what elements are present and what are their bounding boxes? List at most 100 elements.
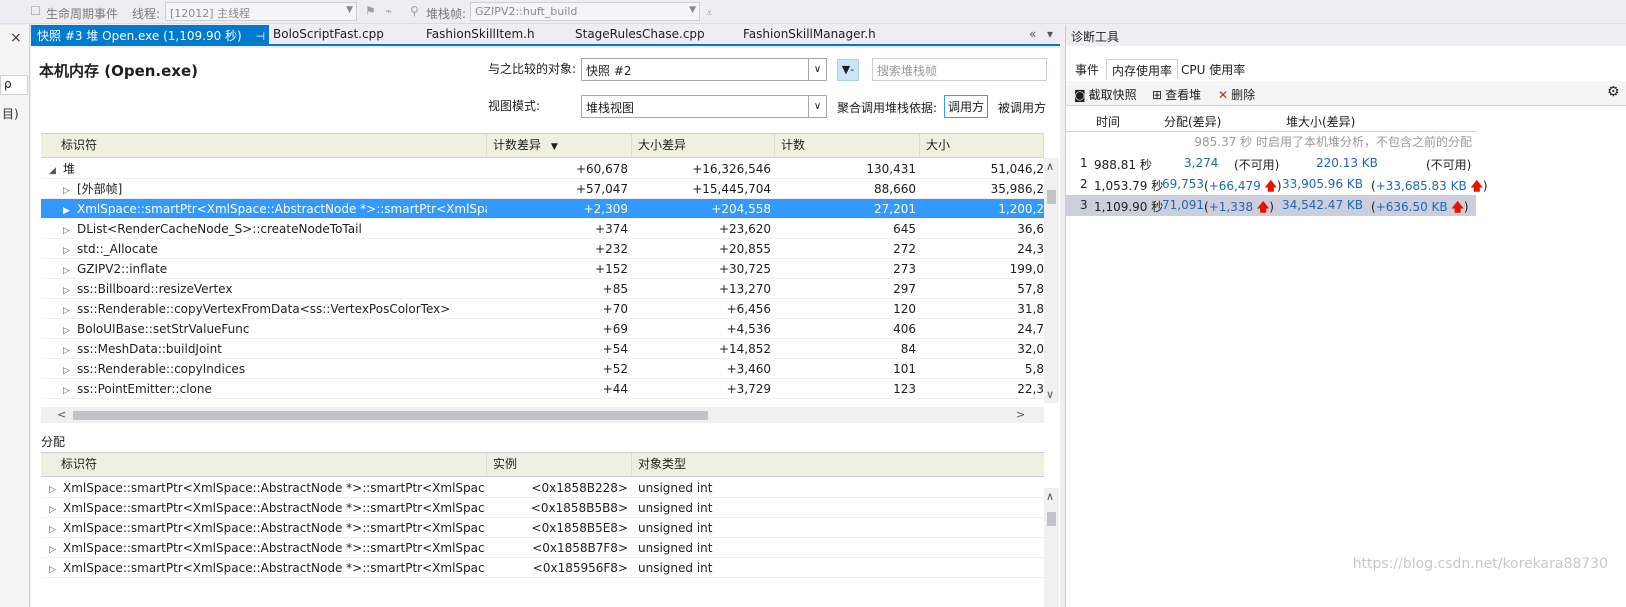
col-instance[interactable]: 实例 xyxy=(487,453,632,477)
chevron-down-icon[interactable]: ∨ xyxy=(808,96,826,117)
expand-arrow-icon[interactable]: ▷ xyxy=(63,241,77,259)
table-row[interactable]: ▷ ss::PointEmitter::clone +44 +3,729 123 22,3 xyxy=(41,379,1044,399)
tab-cpu-usage[interactable]: CPU 使用率 xyxy=(1176,59,1250,79)
cell-instance[interactable]: <0x1858B5B8> xyxy=(487,498,632,518)
table-row[interactable]: ▷ std::_Allocate +232 +20,855 272 24,3 xyxy=(41,239,1044,259)
expand-arrow-icon[interactable]: ▷ xyxy=(63,361,77,379)
tab-events[interactable]: 事件 xyxy=(1070,59,1104,79)
tab-fashionskillitem[interactable]: FashionSkillItem.h xyxy=(420,25,541,44)
search-box-fragment[interactable]: ρ xyxy=(0,75,28,95)
scroll-thumb[interactable] xyxy=(1047,512,1056,526)
scroll-thumb[interactable] xyxy=(73,411,708,420)
col-count-diff[interactable]: 计数差异 ▼ xyxy=(487,134,632,158)
table-row[interactable]: ▷ DList<RenderCacheNode_S>::createNodeToT… xyxy=(41,219,1044,239)
stackframe-combo[interactable]: GZIPV2::huft_build ▼ xyxy=(470,2,700,21)
table-row[interactable]: ▷ ss::Renderable::copyIndices +52 +3,460 101… xyxy=(41,359,1044,379)
col-count[interactable]: 计数 xyxy=(775,134,920,158)
table-row[interactable]: ▷ XmlSpace::smartPtr<XmlSpace::AbstractNo… xyxy=(41,558,1044,578)
close-icon[interactable]: × xyxy=(10,30,22,46)
heap-vscroll[interactable]: ∧ ∨ xyxy=(1044,158,1059,403)
expand-arrow-icon[interactable]: ▷ xyxy=(49,520,63,538)
table-row[interactable]: ▷ XmlSpace::smartPtr<XmlSpace::AbstractNo… xyxy=(41,478,1044,498)
expand-arrow-icon[interactable]: ▷ xyxy=(63,381,77,399)
col-object-type[interactable]: 对象类型 xyxy=(632,453,1044,477)
tab-boloscriptfast[interactable]: BoloScriptFast.cpp xyxy=(267,25,390,44)
scroll-down-icon[interactable]: ∨ xyxy=(1046,388,1054,401)
expand-arrow-icon[interactable]: ▷ xyxy=(63,341,77,359)
snapshot-row[interactable]: 1 988.81 秒 3,274 (不可用) 220.13 KB (不可用) xyxy=(1066,153,1476,174)
alloc-count-link[interactable]: 3,274 xyxy=(1184,156,1218,170)
alloc-diff-link[interactable]: +1,338 xyxy=(1209,200,1253,214)
table-row[interactable]: ▷ ss::Billboard::resizeVertex +85 +13,270 29… xyxy=(41,279,1044,299)
expand-arrow-icon[interactable]: ▷ xyxy=(63,301,77,319)
table-row[interactable]: ▷ ss::MeshData::buildJoint +54 +14,852 84 32,… xyxy=(41,339,1044,359)
expand-arrow-icon[interactable]: ▶ xyxy=(63,201,77,219)
thread-combo[interactable]: [12012] 主线程 ▼ xyxy=(165,2,357,21)
col-heap-size-diff[interactable]: 堆大小(差异) xyxy=(1286,113,1355,130)
table-row[interactable]: ▶ XmlSpace::smartPtr<XmlSpace::AbstractNo… xyxy=(41,199,1044,219)
snapshot-row[interactable]: 2 1,053.79 秒 69,753 (+66,479 🡅) 33,905.96 KB… xyxy=(1066,174,1488,195)
expand-arrow-icon[interactable]: ▷ xyxy=(49,500,63,518)
col-alloc-diff[interactable]: 分配(差异) xyxy=(1164,113,1221,130)
pin-icon[interactable]: ⊣ xyxy=(256,30,266,43)
scroll-left-icon[interactable]: < xyxy=(57,408,66,421)
delete-button[interactable]: ✕ 删除 xyxy=(1218,86,1255,103)
table-row[interactable]: ▷ XmlSpace::smartPtr<XmlSpace::AbstractNo… xyxy=(41,498,1044,518)
caller-button[interactable]: 调用方 xyxy=(944,95,989,118)
toolbar-overflow-icon[interactable]: ⩡ xyxy=(706,6,713,21)
heap-size-link[interactable]: 220.13 KB xyxy=(1316,156,1378,170)
col-identifier[interactable]: 标识符 xyxy=(41,134,487,158)
expand-arrow-icon[interactable]: ▷ xyxy=(63,281,77,299)
alloc-vscroll[interactable]: ∧ xyxy=(1044,488,1059,607)
view-mode-combo[interactable]: 堆栈视图 ∨ xyxy=(581,95,827,118)
col-identifier[interactable]: 标识符 xyxy=(41,453,487,477)
heap-diff-link[interactable]: +33,685.83 KB xyxy=(1376,179,1467,193)
expand-arrow-icon[interactable]: ▷ xyxy=(49,560,63,578)
expand-arrow-icon[interactable]: ▷ xyxy=(49,480,63,498)
gear-icon[interactable]: ⚙ xyxy=(1607,84,1620,100)
expand-arrow-icon[interactable]: ▷ xyxy=(49,540,63,558)
chevron-down-icon[interactable]: ∨ xyxy=(808,59,826,80)
lifecycle-events-label[interactable]: 生命周期事件 xyxy=(46,5,118,22)
heap-diff-link[interactable]: +636.50 KB xyxy=(1376,200,1448,214)
tab-memory-usage[interactable]: 内存使用率 xyxy=(1106,59,1179,79)
table-row[interactable]: ▷ XmlSpace::smartPtr<XmlSpace::AbstractNo… xyxy=(41,518,1044,538)
table-row[interactable]: ▷ XmlSpace::smartPtr<XmlSpace::AbstractNo… xyxy=(41,538,1044,558)
table-row[interactable]: ▷ GZIPV2::inflate +152 +30,725 273 199,0 xyxy=(41,259,1044,279)
scroll-up-icon[interactable]: ∧ xyxy=(1046,160,1054,173)
expand-arrow-icon[interactable]: ▷ xyxy=(63,261,77,279)
col-size[interactable]: 大小 xyxy=(920,134,1044,158)
tab-snapshot-3[interactable]: 快照 #3 堆 Open.exe (1,109.90 秒) ⊣ × xyxy=(31,25,286,44)
alloc-diff-link[interactable]: +66,479 xyxy=(1209,179,1261,193)
left-strip-item[interactable]: 目) xyxy=(2,105,19,122)
expand-arrow-icon[interactable]: ◢ xyxy=(49,161,63,179)
stackframe-search-input[interactable]: 搜索堆栈帧 xyxy=(872,58,1047,81)
table-row[interactable]: ▷ BoloUIBase::setStrValueFunc +69 +4,536 406… xyxy=(41,319,1044,339)
cell-instance[interactable]: <0x1858B5E8> xyxy=(487,518,632,538)
table-row[interactable]: ▷ ss::Renderable::copyVertexFromData<ss::… xyxy=(41,299,1044,319)
take-snapshot-button[interactable]: ◙ 截取快照 xyxy=(1074,86,1137,103)
alloc-diff[interactable]: (+1,338 🡅) xyxy=(1204,198,1274,219)
tab-menu-icon[interactable]: ▾ xyxy=(1047,27,1053,41)
filter-button[interactable]: ▼- xyxy=(837,59,859,81)
cell-instance[interactable]: <0x185956F8> xyxy=(487,558,632,578)
tab-stagereleschase[interactable]: StageRulesChase.cpp xyxy=(569,25,711,44)
heap-size-link[interactable]: 34,542.47 KB xyxy=(1282,198,1363,212)
cell-instance[interactable]: <0x1858B7F8> xyxy=(487,538,632,558)
tab-overflow-icon[interactable]: « xyxy=(1029,27,1036,41)
compare-combo[interactable]: 快照 #2 ∨ xyxy=(581,58,827,81)
callee-button[interactable]: 被调用方 xyxy=(995,97,1049,118)
flag-icon[interactable]: ⚑ xyxy=(365,4,376,18)
heap-size-link[interactable]: 33,905.96 KB xyxy=(1282,177,1363,191)
col-time[interactable]: 时间 xyxy=(1096,113,1120,130)
expand-arrow-icon[interactable]: ▷ xyxy=(63,181,77,199)
view-heap-button[interactable]: ⊞ 查看堆 xyxy=(1152,86,1201,103)
expand-arrow-icon[interactable]: ▷ xyxy=(63,221,77,239)
heap-hscroll[interactable]: < > xyxy=(41,407,1044,423)
alloc-count-link[interactable]: 71,091 xyxy=(1162,198,1204,212)
cell-instance[interactable]: <0x1858B228> xyxy=(487,478,632,498)
table-row[interactable]: ▷ [外部帧] +57,047 +15,445,704 88,660 35,986,2 xyxy=(41,179,1044,199)
filter-thread-icon[interactable]: ⌁ xyxy=(385,4,392,18)
snapshot-row[interactable]: 3 1,109.90 秒 71,091 (+1,338 🡅) 34,542.47 KB (… xyxy=(1066,195,1476,216)
expand-arrow-icon[interactable]: ▷ xyxy=(63,321,77,339)
